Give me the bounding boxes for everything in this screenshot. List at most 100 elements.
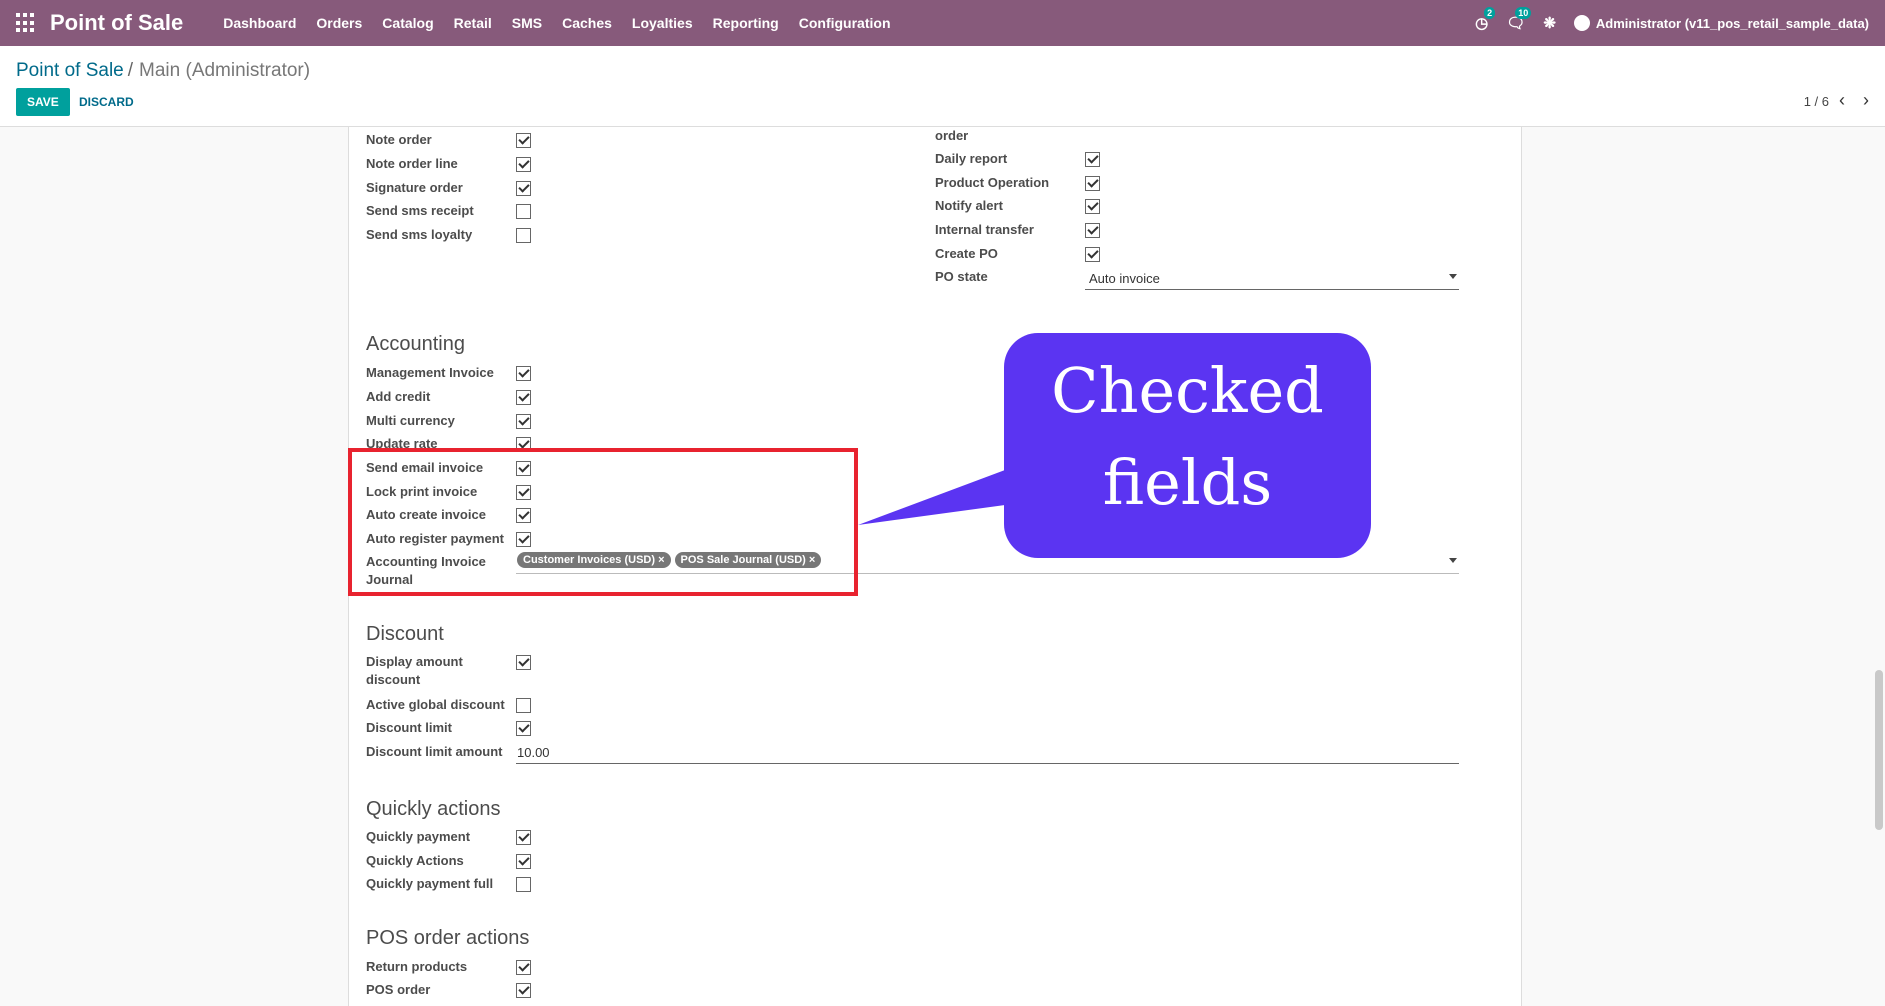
breadcrumb: Point of Sale / Main (Administrator) [16,60,310,82]
checkbox[interactable] [516,437,531,448]
checkbox[interactable] [516,877,531,892]
menu-orders[interactable]: Orders [306,15,372,31]
checkbox[interactable] [516,414,531,429]
checkbox[interactable] [1085,152,1100,167]
checkbox[interactable] [1085,247,1100,262]
field-multi-currency: Multi currency [366,412,531,432]
menu-caches[interactable]: Caches [552,15,622,31]
field-cut-label: order [935,127,1085,147]
field-label: Discount limit amount [366,744,503,759]
chevron-left-icon[interactable]: ‹ [1839,90,1845,111]
discount-limit-amount-value: 10.00 [517,745,550,760]
field-label: order [935,128,969,143]
apps-grid-icon[interactable] [16,13,36,33]
breadcrumb-root[interactable]: Point of Sale [16,60,124,81]
breadcrumb-separator: / [127,60,134,81]
highlight-box [348,448,858,596]
field-label: Send sms receipt [366,203,474,218]
checkbox[interactable] [516,133,531,148]
field-return-products: Return products [366,958,531,978]
avatar [1573,15,1590,31]
checkbox[interactable] [516,228,531,243]
field-display-amount-discount: Display amount discount [366,653,531,693]
caret-down-icon [1449,274,1457,279]
field-label: Daily report [935,151,1008,166]
field-note-order: Note order [366,131,531,151]
checkbox[interactable] [516,366,531,381]
field-quickly-payment-full: Quickly payment full [366,875,531,895]
field-label: Create PO [935,246,998,261]
field-label: Quickly payment full [366,876,494,891]
field-label: Display amount discount [366,654,463,687]
messages-badge: 10 [1515,7,1532,19]
checkbox[interactable] [1085,176,1100,191]
field-management-invoice: Management Invoice [366,364,531,384]
section-discount: Discount [366,623,444,645]
field-note-order-line: Note order line [366,155,531,175]
field-label: Multi currency [366,413,455,428]
app-brand[interactable]: Point of Sale [50,10,183,36]
pager-value: 1 / 6 [1803,94,1829,109]
field-internal-transfer: Internal transfer [935,221,1100,241]
activity-clock-icon[interactable]: ◷ 2 [1475,7,1496,32]
field-po-state: PO state [935,268,1085,288]
field-label: Return products [366,959,468,974]
field-quickly-payment: Quickly payment [366,828,531,848]
callout-line-2: fields [1102,446,1273,519]
field-create-po: Create PO [935,245,1100,265]
section-quickly-actions: Quickly actions [366,798,501,820]
activity-badge: 2 [1484,7,1496,19]
main-menu: Dashboard Orders Catalog Retail SMS Cach… [213,15,900,31]
field-update-rate: Update rate [366,435,531,448]
checkbox[interactable] [1085,199,1100,214]
field-label: Send sms loyalty [366,227,473,242]
menu-configuration[interactable]: Configuration [789,15,901,31]
field-discount-limit: Discount limit [366,719,531,739]
checkbox[interactable] [516,390,531,405]
discard-button[interactable]: DISCARD [79,95,134,109]
scrollbar[interactable] [1875,670,1883,830]
checkbox[interactable] [516,854,531,869]
checkbox[interactable] [516,157,531,172]
save-button[interactable]: SAVE [16,88,70,116]
callout-line-1: Checked [1051,354,1324,427]
menu-dashboard[interactable]: Dashboard [213,15,306,31]
messages-icon[interactable]: 🗨 10 [1506,7,1532,32]
field-send-sms-receipt: Send sms receipt [366,202,531,222]
field-pos-order: POS order [366,981,531,1001]
field-daily-report: Daily report [935,150,1100,170]
breadcrumb-current: Main (Administrator) [139,60,311,81]
debug-bug-icon[interactable]: ❋ [1543,14,1556,32]
menu-sms[interactable]: SMS [502,15,552,31]
checkbox[interactable] [1085,223,1100,238]
caret-down-icon [1449,558,1457,563]
checkbox[interactable] [516,698,531,713]
field-label: Note order [366,132,432,147]
field-label: Internal transfer [935,222,1034,237]
po-state-select[interactable]: Auto invoice [1085,267,1459,290]
field-add-credit: Add credit [366,388,531,408]
checkbox[interactable] [516,181,531,196]
user-menu[interactable]: Administrator (v11_pos_retail_sample_dat… [1573,15,1869,31]
field-label: Note order line [366,156,458,171]
menu-loyalties[interactable]: Loyalties [622,15,703,31]
menu-reporting[interactable]: Reporting [703,15,789,31]
top-navbar: Point of Sale Dashboard Orders Catalog R… [0,0,1885,46]
field-quickly-actions: Quickly Actions [366,852,531,872]
checkbox[interactable] [516,983,531,998]
discount-limit-amount-input[interactable]: 10.00 [516,741,1459,764]
field-label: Quickly Actions [366,853,464,868]
checkbox[interactable] [516,655,531,670]
control-panel: Point of Sale / Main (Administrator) SAVE … [0,46,1885,127]
checkbox[interactable] [516,721,531,736]
field-label: PO state [935,269,988,284]
checkbox[interactable] [516,960,531,975]
field-label: Add credit [366,389,431,404]
menu-retail[interactable]: Retail [444,15,502,31]
checkbox[interactable] [516,830,531,845]
checkbox[interactable] [516,204,531,219]
field-label: Update rate [366,436,438,448]
field-label: Management Invoice [366,365,494,380]
chevron-right-icon[interactable]: › [1863,90,1869,111]
menu-catalog[interactable]: Catalog [372,15,443,31]
